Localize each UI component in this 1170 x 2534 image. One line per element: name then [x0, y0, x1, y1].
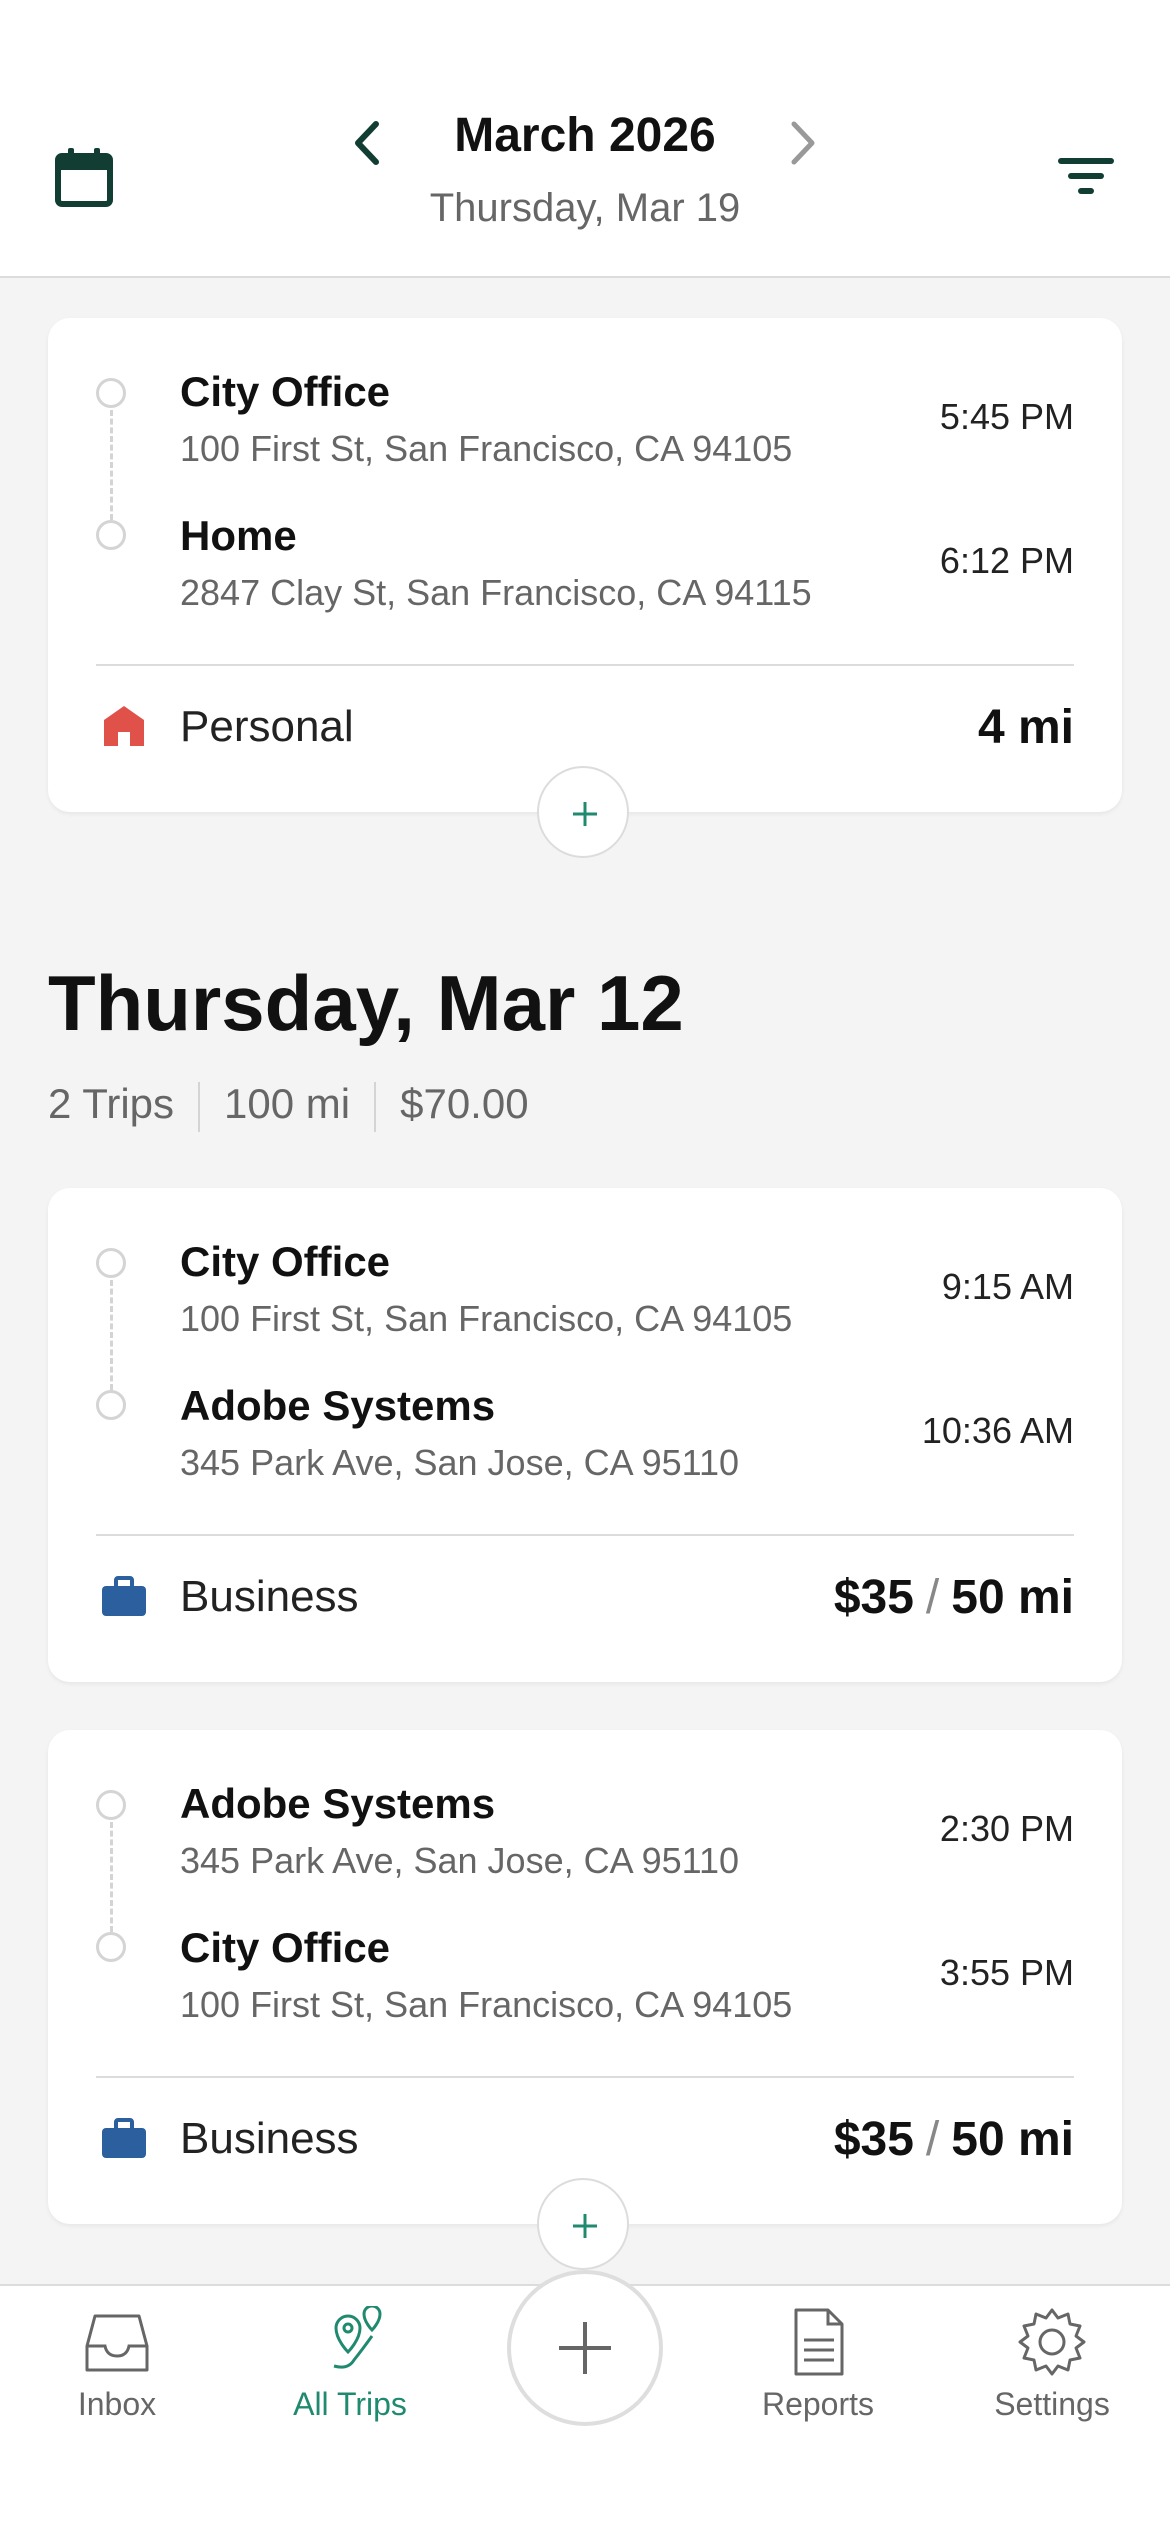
end-location-address: 2847 Clay St, San Francisco, CA 94115	[180, 572, 812, 613]
map-pins-icon	[333, 2306, 382, 2369]
plus-icon	[559, 2322, 611, 2374]
tab-reports[interactable]: Reports	[718, 2306, 918, 2466]
briefcase-icon	[102, 2118, 146, 2158]
route-connector	[110, 410, 113, 520]
reimbursement-amount: $35	[833, 2113, 914, 2166]
plus-icon	[573, 802, 597, 826]
trip-count: 2 Trips	[48, 1080, 175, 1127]
plus-icon	[573, 2214, 597, 2238]
filter-icon[interactable]	[1056, 152, 1116, 200]
start-time: 2:30 PM	[939, 1808, 1074, 1849]
start-location-name: City Office	[180, 368, 391, 415]
start-time: 5:45 PM	[939, 396, 1074, 437]
route-connector	[110, 1280, 113, 1390]
distance-value: 4 mi	[977, 701, 1074, 754]
start-location-name: Adobe Systems	[180, 1780, 496, 1827]
stat-separator	[198, 1081, 201, 1132]
trip-category: Business	[180, 2114, 359, 2163]
start-stop-dot	[96, 1790, 126, 1820]
stat-separator	[374, 1081, 377, 1132]
start-location-name: City Office	[180, 1238, 391, 1285]
end-location-address: 345 Park Ave, San Jose, CA 95110	[180, 1442, 740, 1483]
tab-all-trips[interactable]: All Trips	[250, 2306, 450, 2466]
trip-category: Business	[180, 1572, 359, 1621]
trip-amount-distance: $35/50 mi	[834, 1570, 1074, 1625]
trip-amount-distance: $35/50 mi	[834, 2112, 1074, 2167]
gear-icon	[1018, 2308, 1086, 2376]
trip-distance: 4 mi	[978, 700, 1074, 755]
add-trip-button[interactable]	[537, 766, 629, 858]
home-icon	[104, 706, 144, 746]
day-heading: Thursday, Mar 12	[48, 959, 684, 1047]
month-title-row: March 2026	[0, 108, 1170, 163]
end-time: 3:55 PM	[939, 1952, 1074, 1993]
trip-card[interactable]: Adobe Systems 345 Park Ave, San Jose, CA…	[48, 1730, 1122, 2224]
day-summary: 2 Trips 100 mi $70.00	[48, 1080, 529, 1132]
end-stop-dot	[96, 1390, 126, 1420]
end-stop-dot	[96, 1932, 126, 1962]
trip-card[interactable]: City Office 100 First St, San Francisco,…	[48, 318, 1122, 812]
start-stop-dot	[96, 378, 126, 408]
document-icon	[794, 2308, 844, 2376]
reimbursement-amount: $35	[833, 1571, 914, 1624]
month-title: March 2026	[454, 109, 716, 162]
slash-separator: /	[925, 1571, 940, 1624]
app-header: March 2026 Thursday, Mar 19	[0, 0, 1170, 278]
start-stop-dot	[96, 1248, 126, 1278]
start-location-address: 100 First St, San Francisco, CA 94105	[180, 1298, 793, 1339]
tab-label: Reports	[761, 2386, 875, 2422]
slash-separator: /	[925, 2113, 940, 2166]
end-location-address: 100 First St, San Francisco, CA 94105	[180, 1984, 793, 2025]
tab-label: Settings	[994, 2386, 1110, 2422]
card-divider	[96, 664, 1074, 666]
end-time: 6:12 PM	[939, 540, 1074, 581]
add-trip-button[interactable]	[537, 2178, 629, 2270]
end-location-name: Home	[180, 512, 297, 559]
end-time: 10:36 AM	[921, 1410, 1074, 1451]
add-trip-fab[interactable]	[507, 2270, 663, 2426]
end-location-name: Adobe Systems	[180, 1382, 496, 1429]
selected-day-subtitle: Thursday, Mar 19	[429, 186, 741, 230]
start-time: 9:15 AM	[941, 1266, 1074, 1307]
briefcase-icon	[102, 1576, 146, 1616]
start-location-address: 345 Park Ave, San Jose, CA 95110	[180, 1840, 740, 1881]
end-location-name: City Office	[180, 1924, 391, 1971]
card-divider	[96, 1534, 1074, 1536]
trip-card[interactable]: City Office 100 First St, San Francisco,…	[48, 1188, 1122, 1682]
distance-value: 50 mi	[951, 1571, 1074, 1624]
tab-settings[interactable]: Settings	[952, 2306, 1152, 2466]
chevron-right-icon[interactable]	[786, 118, 822, 168]
card-divider	[96, 2076, 1074, 2078]
inbox-icon	[85, 2314, 149, 2372]
tab-label: Inbox	[77, 2386, 157, 2422]
distance-value: 50 mi	[951, 2113, 1074, 2166]
trip-category: Personal	[180, 702, 354, 751]
tab-inbox[interactable]: Inbox	[17, 2306, 217, 2466]
tab-label: All Trips	[293, 2386, 407, 2422]
start-location-address: 100 First St, San Francisco, CA 94105	[180, 428, 793, 469]
end-stop-dot	[96, 520, 126, 550]
day-distance: 100 mi	[224, 1080, 351, 1127]
day-amount: $70.00	[400, 1080, 529, 1127]
route-connector	[110, 1822, 113, 1932]
